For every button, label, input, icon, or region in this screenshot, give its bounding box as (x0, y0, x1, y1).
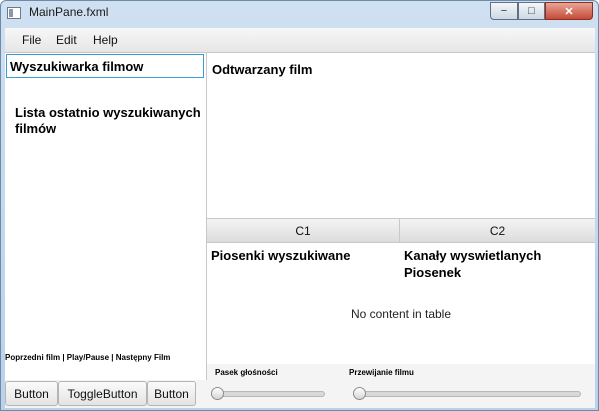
button-bar: Button ToggleButton Button (5, 380, 206, 408)
left-panel: Lista ostatnio wyszukiwanych filmów Popr… (5, 53, 207, 380)
window-content: File Edit Help Lista ostatnio wyszukiwan… (5, 28, 595, 408)
menu-edit[interactable]: Edit (56, 33, 77, 47)
volume-slider-label: Pasek głośności (215, 368, 278, 377)
volume-slider-thumb[interactable] (211, 387, 224, 400)
menu-file[interactable]: File (22, 33, 41, 47)
songs-table[interactable]: C1 C2 Piosenki wyszukiwane Kanały wyswie… (207, 218, 595, 364)
table-placeholder: No content in table (350, 307, 452, 321)
maximize-icon: □ (528, 5, 535, 17)
video-player-area[interactable]: Odtwarzany film (207, 53, 595, 220)
column-header-c2[interactable]: C2 (400, 219, 595, 243)
seek-slider[interactable] (353, 391, 581, 397)
window-app-icon (7, 7, 21, 19)
movie-search-input[interactable] (6, 54, 204, 78)
play-pause-toggle-button[interactable]: ToggleButton (58, 381, 147, 406)
close-icon: ✕ (564, 5, 574, 18)
minimize-button[interactable]: − (490, 2, 518, 20)
seek-slider-thumb[interactable] (353, 387, 366, 400)
seek-slider-label: Przewijanie filmu (349, 368, 414, 377)
title-bar[interactable]: MainPane.fxml − □ ✕ (1, 1, 599, 28)
now-playing-label: Odtwarzany film (212, 62, 313, 77)
minimize-icon: − (500, 5, 508, 17)
slider-area: Pasek głośności Przewijanie filmu (207, 364, 595, 408)
song-channels-label: Kanały wyswietlanych Piosenek (404, 248, 542, 280)
application-window: MainPane.fxml − □ ✕ File Edit Help Lista… (0, 0, 599, 411)
volume-slider[interactable] (211, 391, 325, 397)
maximize-button[interactable]: □ (518, 2, 545, 20)
next-film-button[interactable]: Button (147, 381, 196, 406)
window-title: MainPane.fxml (29, 5, 109, 19)
playback-controls-label: Poprzedni film | Play/Pause | Następny F… (5, 353, 171, 362)
searched-songs-label: Piosenki wyszukiwane (211, 248, 351, 263)
column-header-c1[interactable]: C1 (207, 219, 400, 243)
menu-bar: File Edit Help (5, 28, 595, 53)
previous-film-button[interactable]: Button (5, 381, 58, 406)
menu-help[interactable]: Help (93, 33, 118, 47)
close-button[interactable]: ✕ (545, 2, 593, 20)
recent-searches-label: Lista ostatnio wyszukiwanych filmów (15, 105, 201, 136)
